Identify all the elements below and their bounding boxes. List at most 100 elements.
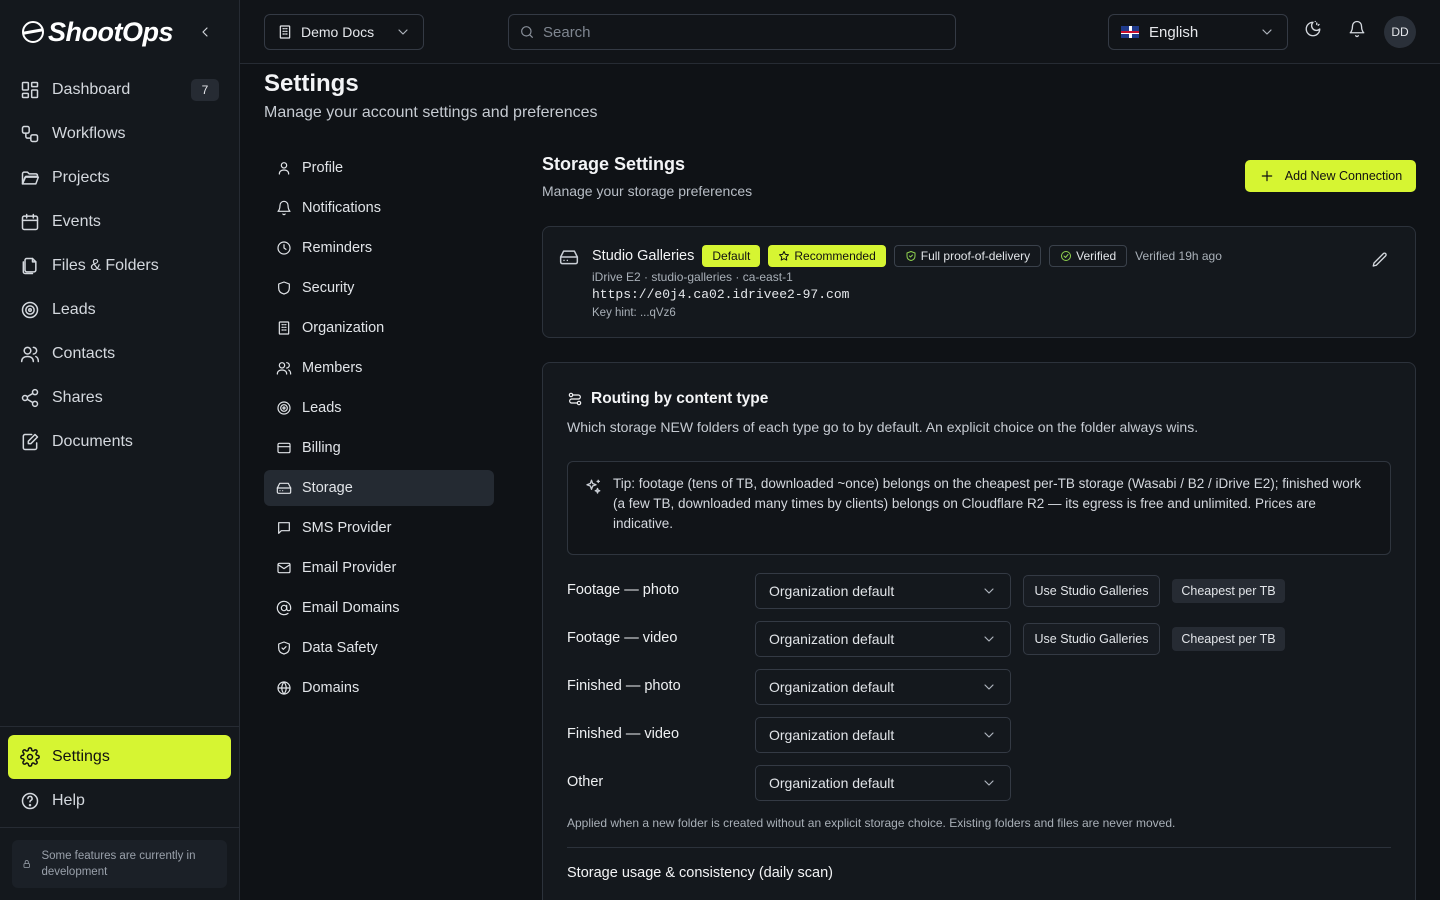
dashboard-icon <box>21 81 39 99</box>
uk-flag-icon <box>1121 26 1139 38</box>
nav-item-help[interactable]: Help <box>8 779 231 823</box>
routing-select[interactable]: Organization default <box>755 573 1011 609</box>
nav-label: Dashboard <box>52 81 131 98</box>
usage-title: Storage usage & consistency (daily scan) <box>567 865 833 881</box>
hard-drive-icon <box>276 482 292 494</box>
settings-tab-label: Notifications <box>302 200 381 216</box>
settings-tab-email-provider[interactable]: Email Provider <box>264 550 494 586</box>
routing-select[interactable]: Organization default <box>755 621 1011 657</box>
settings-tab-members[interactable]: Members <box>264 350 494 386</box>
members-icon <box>276 362 292 375</box>
settings-tab-domains[interactable]: Domains <box>264 670 494 706</box>
settings-tab-organization[interactable]: Organization <box>264 310 494 346</box>
theme-toggle-button[interactable] <box>1304 20 1322 38</box>
use-connection-button[interactable]: Use Studio Galleries <box>1023 575 1160 607</box>
bell-icon <box>277 200 291 216</box>
user-avatar[interactable]: DD <box>1384 16 1416 48</box>
proof-of-delivery-label: Full proof-of-delivery <box>920 249 1031 263</box>
nav-label: Shares <box>52 389 103 406</box>
notifications-button[interactable] <box>1348 20 1366 38</box>
connection-meta: iDrive E2 · studio-galleries · ca-east-1 <box>592 270 793 284</box>
tip-text: Tip: footage (tens of TB, downloaded ~on… <box>613 476 1362 531</box>
settings-tab-sms-provider[interactable]: SMS Provider <box>264 510 494 546</box>
count-badge: 7 <box>191 79 219 101</box>
nav-item-shares[interactable]: Shares <box>8 376 231 420</box>
settings-tab-security[interactable]: Security <box>264 270 494 306</box>
message-icon <box>278 522 290 534</box>
add-connection-button[interactable]: Add New Connection <box>1245 160 1416 192</box>
settings-tab-reminders[interactable]: Reminders <box>264 230 494 266</box>
settings-tab-leads[interactable]: Leads <box>264 390 494 426</box>
nav-label: Documents <box>52 433 133 450</box>
nav-label: Contacts <box>52 345 116 362</box>
routing-tip: Tip: footage (tens of TB, downloaded ~on… <box>567 461 1391 555</box>
storage-connection-card: Studio Galleries Default Recommended Ful… <box>542 226 1416 338</box>
top-header: Demo Docs English DD <box>240 0 1440 64</box>
connection-key-hint: Key hint: ...qVz6 <box>592 307 676 319</box>
routing-select[interactable]: Organization default <box>755 717 1011 753</box>
language-select[interactable]: English <box>1108 14 1288 50</box>
org-switcher[interactable]: Demo Docs <box>264 14 424 50</box>
use-connection-button[interactable]: Use Studio Galleries <box>1023 623 1160 655</box>
star-icon <box>779 251 790 261</box>
routing-select[interactable]: Organization default <box>755 669 1011 705</box>
collapse-sidebar-button[interactable] <box>193 20 217 44</box>
globe-icon <box>277 681 291 695</box>
sparkles-icon <box>586 479 601 494</box>
routing-card: Routing by content type Which storage NE… <box>542 362 1416 900</box>
nav-item-leads[interactable]: Leads <box>8 288 231 332</box>
settings-tab-label: Domains <box>302 680 360 696</box>
nav-item-settings[interactable]: Settings <box>8 735 231 779</box>
nav-item-dashboard[interactable]: Dashboard 7 <box>8 68 231 112</box>
moon-sun-icon <box>1305 20 1321 37</box>
nav-item-contacts[interactable]: Contacts <box>8 332 231 376</box>
settings-tab-label: Leads <box>302 400 342 416</box>
nav-item-files-folders[interactable]: Files & Folders <box>8 244 231 288</box>
brand-name: ShootOps <box>48 16 174 47</box>
chevron-left-icon <box>202 27 208 37</box>
files-icon <box>22 257 37 275</box>
nav-item-documents[interactable]: Documents <box>8 420 231 464</box>
settings-tab-email-domains[interactable]: Email Domains <box>264 590 494 626</box>
routing-header: Routing by content type <box>567 390 768 408</box>
routing-row-label: Other <box>567 774 604 790</box>
routing-row-label: Finished — video <box>567 726 680 742</box>
nav-item-workflows[interactable]: Workflows <box>8 112 231 156</box>
nav-item-events[interactable]: Events <box>8 200 231 244</box>
search-input[interactable] <box>543 23 923 41</box>
routing-select[interactable]: Organization default <box>755 765 1011 801</box>
routing-select-value: Organization default <box>769 775 895 791</box>
routing-footnote: Applied when a new folder is created wit… <box>567 816 1176 830</box>
main-nav: Dashboard 7 Workflows Projects Events Fi… <box>0 64 239 468</box>
route-icon <box>568 392 582 406</box>
hard-drive-icon <box>559 250 579 265</box>
brand-logo[interactable]: ShootOps <box>22 16 174 48</box>
nav-label: Settings <box>52 748 110 765</box>
settings-tab-storage[interactable]: Storage <box>264 470 494 506</box>
settings-tab-data-safety[interactable]: Data Safety <box>264 630 494 666</box>
logo-row: ShootOps <box>0 0 239 64</box>
section-title: Storage Settings <box>542 154 686 174</box>
settings-tab-notifications[interactable]: Notifications <box>264 190 494 226</box>
folder-open-icon <box>21 171 40 185</box>
building-icon <box>279 25 291 39</box>
chevron-down-icon <box>984 588 994 594</box>
edit-connection-button[interactable] <box>1371 251 1389 269</box>
search-box[interactable] <box>508 14 956 50</box>
dev-notice-text: Some features are currently in developme… <box>41 850 196 878</box>
routing-row-finished-video: Finished — video Organization default <box>567 717 1391 753</box>
routing-row-footage-video: Footage — video Organization default Use… <box>567 621 1391 657</box>
search-icon <box>521 26 533 38</box>
cheapest-per-tb-chip: Cheapest per TB <box>1172 627 1285 651</box>
clock-icon <box>277 241 291 255</box>
nav-item-projects[interactable]: Projects <box>8 156 231 200</box>
chevron-down-icon <box>984 636 994 642</box>
gear-icon <box>20 747 40 767</box>
shield-check-icon <box>906 251 916 261</box>
check-circle-icon <box>1061 251 1072 261</box>
settings-tab-profile[interactable]: Profile <box>264 150 494 186</box>
settings-tab-billing[interactable]: Billing <box>264 430 494 466</box>
add-connection-label: Add New Connection <box>1284 169 1403 183</box>
section-subtitle: Manage your storage preferences <box>542 183 753 199</box>
lock-icon <box>23 860 30 868</box>
